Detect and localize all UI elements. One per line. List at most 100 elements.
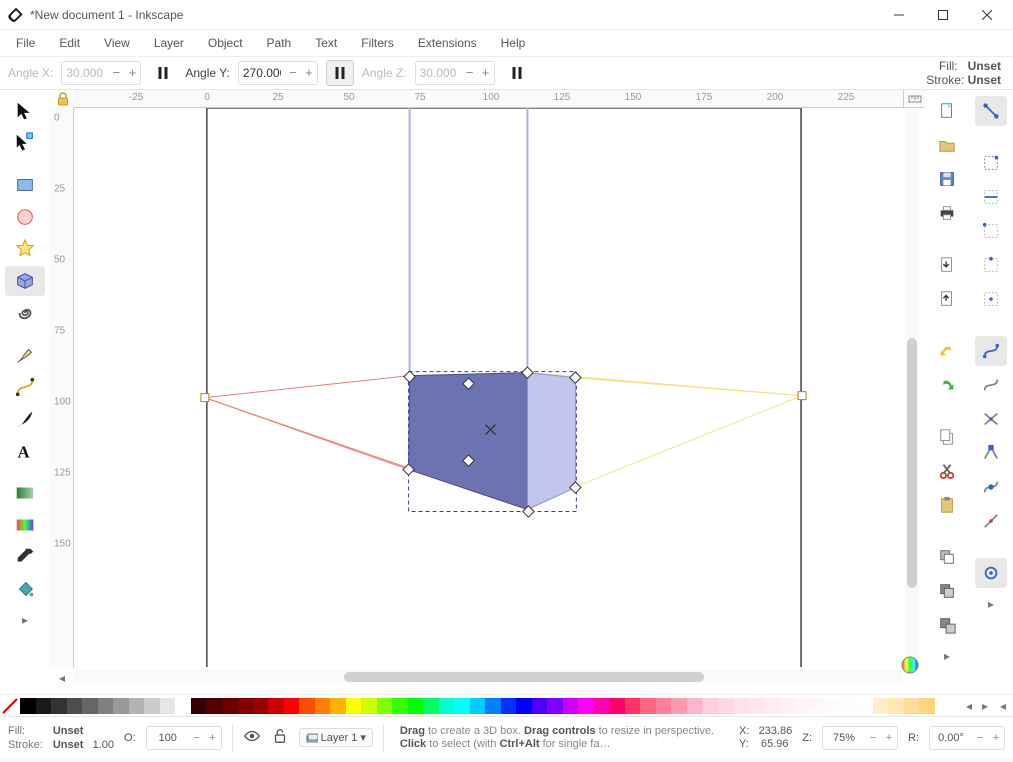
palette-scroll-right[interactable]: ▸	[977, 698, 993, 714]
palette-swatch[interactable]	[206, 698, 222, 714]
palette-swatch[interactable]	[423, 698, 439, 714]
snap-bbox-button[interactable]	[975, 148, 1007, 178]
palette-swatch[interactable]	[253, 698, 269, 714]
tool-calligraphy[interactable]	[5, 404, 45, 434]
snap-others-toggle[interactable]	[975, 558, 1007, 588]
palette-swatch[interactable]	[299, 698, 315, 714]
tool-star[interactable]	[5, 234, 45, 264]
angle-y-spin[interactable]: − +	[238, 61, 318, 85]
display-units-button[interactable]	[903, 90, 925, 108]
zoom-spin[interactable]: 75% − +	[822, 726, 898, 750]
menu-path[interactable]: Path	[257, 33, 302, 53]
redo-button[interactable]	[931, 370, 963, 400]
snap-bbox-center-button[interactable]	[975, 284, 1007, 314]
palette-swatch[interactable]	[222, 698, 238, 714]
palette-scroll-left[interactable]: ◂	[961, 698, 977, 714]
palette-swatch[interactable]	[857, 698, 873, 714]
menu-file[interactable]: File	[6, 33, 45, 53]
tool-paintbucket[interactable]	[5, 574, 45, 604]
palette-swatch[interactable]	[532, 698, 548, 714]
angle-x-input[interactable]	[62, 66, 108, 80]
tool-3dbox[interactable]	[5, 266, 45, 296]
palette-swatch[interactable]	[656, 698, 672, 714]
import-button[interactable]	[931, 250, 963, 280]
new-document-button[interactable]	[931, 96, 963, 126]
unlink-clone-button[interactable]	[931, 610, 963, 640]
palette-swatch[interactable]	[315, 698, 331, 714]
snap-smooth-node-button[interactable]	[975, 472, 1007, 502]
palette-swatch[interactable]	[749, 698, 765, 714]
palette-swatch[interactable]	[578, 698, 594, 714]
layer-visibility-toggle[interactable]	[243, 727, 261, 748]
snap-cusp-node-button[interactable]	[975, 438, 1007, 468]
rot-inc[interactable]: +	[988, 732, 1004, 744]
palette-swatch[interactable]	[811, 698, 827, 714]
palette-swatch[interactable]	[346, 698, 362, 714]
palette-swatch[interactable]	[36, 698, 52, 714]
palette-swatch[interactable]	[888, 698, 904, 714]
palette-swatches[interactable]	[20, 698, 961, 714]
palette-swatch[interactable]	[191, 698, 207, 714]
opacity-spin[interactable]: 100 − +	[146, 726, 222, 750]
clone-button[interactable]	[931, 576, 963, 606]
palette-swatch[interactable]	[20, 698, 36, 714]
save-document-button[interactable]	[931, 164, 963, 194]
tool-node[interactable]	[5, 128, 45, 158]
snap-overflow[interactable]: ▸	[983, 596, 999, 612]
angle-y-dec[interactable]: −	[285, 62, 301, 84]
palette-swatch[interactable]	[330, 698, 346, 714]
quick-colors-overflow-left[interactable]: ◂	[54, 670, 70, 686]
palette-swatch[interactable]	[175, 698, 191, 714]
tool-bezier[interactable]	[5, 372, 45, 402]
palette-swatch[interactable]	[826, 698, 842, 714]
cut-button[interactable]	[931, 456, 963, 486]
menu-extensions[interactable]: Extensions	[408, 33, 487, 53]
duplicate-button[interactable]	[931, 542, 963, 572]
toolbox-overflow[interactable]: ▸	[17, 612, 33, 628]
menu-view[interactable]: View	[94, 33, 140, 53]
angle-x-inc[interactable]: +	[124, 62, 140, 84]
palette-swatch[interactable]	[485, 698, 501, 714]
palette-swatch[interactable]	[516, 698, 532, 714]
rotation-spin[interactable]: 0.00° − +	[929, 726, 1005, 750]
palette-swatch[interactable]	[547, 698, 563, 714]
canvas[interactable]	[74, 108, 903, 667]
angle-z-input[interactable]	[416, 66, 462, 80]
palette-swatch[interactable]	[563, 698, 579, 714]
vp-x-toggle[interactable]	[149, 60, 177, 86]
palette-swatch[interactable]	[594, 698, 610, 714]
palette-swatch[interactable]	[284, 698, 300, 714]
palette-swatch[interactable]	[454, 698, 470, 714]
menu-edit[interactable]: Edit	[49, 33, 90, 53]
angle-x-spin[interactable]: − +	[61, 61, 141, 85]
opacity-inc[interactable]: +	[205, 732, 221, 744]
tool-pencil[interactable]	[5, 340, 45, 370]
commands-overflow[interactable]: ▸	[939, 648, 955, 664]
palette-swatch[interactable]	[780, 698, 796, 714]
palette-swatch[interactable]	[82, 698, 98, 714]
menu-layer[interactable]: Layer	[144, 33, 194, 53]
ruler-horizontal[interactable]: -25 0 25 50 75 100 125 150 175 200 225	[74, 90, 903, 108]
palette-swatch[interactable]	[718, 698, 734, 714]
palette-swatch[interactable]	[439, 698, 455, 714]
snap-path-intersect-button[interactable]	[975, 404, 1007, 434]
close-button[interactable]	[965, 1, 1009, 29]
tool-rectangle[interactable]	[5, 170, 45, 200]
zoom-dec[interactable]: −	[865, 732, 881, 744]
angle-z-inc[interactable]: +	[478, 62, 494, 84]
tool-ellipse[interactable]	[5, 202, 45, 232]
menu-help[interactable]: Help	[491, 33, 536, 53]
opacity-dec[interactable]: −	[189, 732, 205, 744]
tool-gradient[interactable]	[5, 478, 45, 508]
palette-swatch[interactable]	[113, 698, 129, 714]
palette-swatch[interactable]	[795, 698, 811, 714]
palette-swatch[interactable]	[702, 698, 718, 714]
palette-swatch[interactable]	[625, 698, 641, 714]
palette-swatch[interactable]	[904, 698, 920, 714]
angle-z-spin[interactable]: − +	[415, 61, 495, 85]
palette-swatch[interactable]	[842, 698, 858, 714]
undo-button[interactable]	[931, 336, 963, 366]
tool-selector[interactable]	[5, 96, 45, 126]
palette-swatch[interactable]	[640, 698, 656, 714]
vp-z-toggle[interactable]	[503, 60, 531, 86]
